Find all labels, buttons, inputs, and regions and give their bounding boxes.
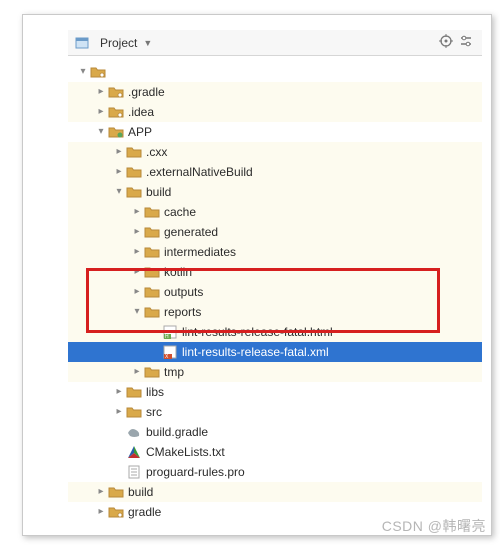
tree-folder[interactable]: ▸ .cxx [68, 142, 482, 162]
file-cmake-icon [126, 444, 142, 460]
folder-closed-icon [126, 164, 142, 180]
tree-item-label: reports [164, 302, 201, 322]
tree-item-label: libs [146, 382, 164, 402]
folder-module-icon [108, 124, 124, 140]
chevron-right-icon[interactable]: ▸ [94, 502, 108, 522]
chevron-down-icon[interactable]: ▾ [112, 182, 126, 202]
tree-item-label: .externalNativeBuild [146, 162, 253, 182]
panel-toolbar: Project ▼ [68, 30, 482, 56]
folder-dot-icon [108, 504, 124, 520]
tree-folder[interactable]: ▸ .gradle [68, 82, 482, 102]
tree-folder[interactable]: ▾ build [68, 182, 482, 202]
folder-closed-icon [144, 364, 160, 380]
tree-folder[interactable]: ▸ tmp [68, 362, 482, 382]
tree-item-label: intermediates [164, 242, 236, 262]
tree-file[interactable]: build.gradle [68, 422, 482, 442]
chevron-down-icon: ▼ [143, 38, 152, 48]
chevron-down-icon[interactable]: ▾ [94, 122, 108, 142]
folder-closed-icon [144, 204, 160, 220]
folder-closed-icon [126, 384, 142, 400]
target-icon [439, 34, 453, 51]
folder-closed-icon [144, 304, 160, 320]
tree-item-label: APP [128, 122, 152, 142]
chevron-right-icon[interactable]: ▸ [112, 382, 126, 402]
tree-folder[interactable]: ▸ .idea [68, 102, 482, 122]
settings-button[interactable] [456, 33, 476, 53]
tree-item-label: lint-results-release-fatal.xml [182, 342, 329, 362]
panel-title: Project [100, 36, 137, 50]
tree-item-label: kotlin [164, 262, 192, 282]
tree-file[interactable]: Hlint-results-release-fatal.html [68, 322, 482, 342]
tree-folder[interactable]: ▾ [68, 62, 482, 82]
tree-item-label: generated [164, 222, 218, 242]
file-text-icon [126, 464, 142, 480]
tree-folder[interactable]: ▾ APP [68, 122, 482, 142]
folder-closed-icon [144, 244, 160, 260]
tree-folder[interactable]: ▾ reports [68, 302, 482, 322]
tree-item-label: .idea [128, 102, 154, 122]
folder-dot-icon [90, 64, 106, 80]
chevron-right-icon[interactable]: ▸ [130, 202, 144, 222]
tree-item-label: build [128, 482, 153, 502]
folder-closed-icon [126, 404, 142, 420]
chevron-right-icon[interactable]: ▸ [94, 102, 108, 122]
tree-folder[interactable]: ▸ build [68, 482, 482, 502]
svg-text:H: H [165, 334, 169, 339]
tree-file[interactable]: Xlint-results-release-fatal.xml [68, 342, 482, 362]
tree-folder[interactable]: ▸ cache [68, 202, 482, 222]
folder-dot-icon [108, 84, 124, 100]
folder-dot-icon [108, 104, 124, 120]
chevron-right-icon[interactable]: ▸ [112, 402, 126, 422]
project-tree[interactable]: ▾▸.gradle▸.idea▾APP▸.cxx▸.externalNative… [68, 56, 482, 524]
tree-folder[interactable]: ▸ src [68, 402, 482, 422]
tree-item-label: .cxx [146, 142, 167, 162]
chevron-right-icon[interactable]: ▸ [94, 82, 108, 102]
project-panel: Project ▼ ▾▸.gradle▸.idea▾APP▸.cxx▸.exte… [68, 30, 482, 524]
scope-icon [74, 35, 90, 51]
tree-file[interactable]: proguard-rules.pro [68, 462, 482, 482]
tree-folder[interactable]: ▸ kotlin [68, 262, 482, 282]
watermark: CSDN @韩曙亮 [382, 516, 486, 536]
tree-item-label: cache [164, 202, 196, 222]
tree-folder[interactable]: ▸ outputs [68, 282, 482, 302]
chevron-right-icon[interactable]: ▸ [112, 142, 126, 162]
tree-folder[interactable]: ▸ .externalNativeBuild [68, 162, 482, 182]
tree-item-label: .gradle [128, 82, 165, 102]
tree-file[interactable]: CMakeLists.txt [68, 442, 482, 462]
file-xml-icon: X [162, 344, 178, 360]
settings-icon [459, 34, 473, 51]
chevron-right-icon[interactable]: ▸ [130, 222, 144, 242]
tree-folder[interactable]: ▸ intermediates [68, 242, 482, 262]
tree-folder[interactable]: ▸ generated [68, 222, 482, 242]
tree-folder[interactable]: ▸ libs [68, 382, 482, 402]
locate-button[interactable] [436, 33, 456, 53]
chevron-right-icon[interactable]: ▸ [130, 362, 144, 382]
tree-item-label: build [146, 182, 171, 202]
tree-item-label: outputs [164, 282, 203, 302]
panel-title-group[interactable]: Project ▼ [74, 35, 152, 51]
folder-closed-icon [126, 144, 142, 160]
folder-closed-icon [108, 484, 124, 500]
folder-closed-icon [126, 184, 142, 200]
tree-item-label: tmp [164, 362, 184, 382]
folder-closed-icon [144, 264, 160, 280]
tree-item-label: CMakeLists.txt [146, 442, 225, 462]
file-html-icon: H [162, 324, 178, 340]
chevron-right-icon[interactable]: ▸ [130, 282, 144, 302]
file-gradle-icon [126, 424, 142, 440]
chevron-right-icon[interactable]: ▸ [94, 482, 108, 502]
tree-item-label: proguard-rules.pro [146, 462, 245, 482]
chevron-right-icon[interactable]: ▸ [130, 242, 144, 262]
tree-item-label: gradle [128, 502, 161, 522]
tree-item-label: src [146, 402, 162, 422]
chevron-down-icon[interactable]: ▾ [130, 302, 144, 322]
tree-item-label: build.gradle [146, 422, 208, 442]
folder-closed-icon [144, 284, 160, 300]
window-frame: Project ▼ ▾▸.gradle▸.idea▾APP▸.cxx▸.exte… [22, 14, 492, 536]
chevron-right-icon[interactable]: ▸ [130, 262, 144, 282]
chevron-down-icon[interactable]: ▾ [76, 62, 90, 82]
folder-closed-icon [144, 224, 160, 240]
tree-item-label: lint-results-release-fatal.html [182, 322, 333, 342]
chevron-right-icon[interactable]: ▸ [112, 162, 126, 182]
